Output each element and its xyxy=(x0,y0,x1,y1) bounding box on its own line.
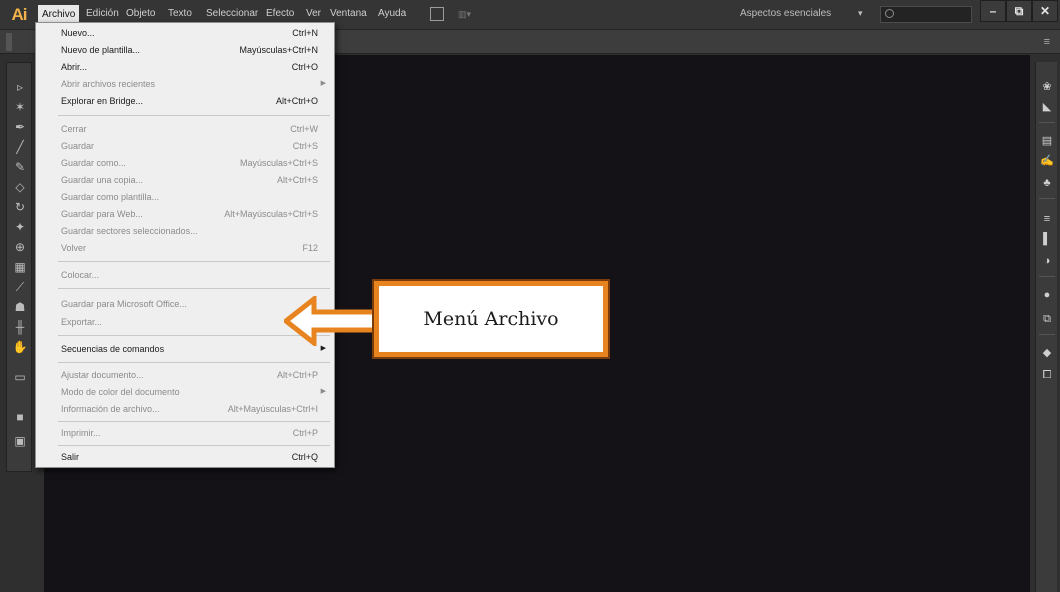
maximize-button[interactable]: ⧉ xyxy=(1006,0,1032,22)
menu-item-salir[interactable]: Salir Ctrl+Q xyxy=(36,449,334,465)
arrange-documents-icon[interactable]: ▥▾ xyxy=(458,9,476,19)
menu-separator xyxy=(58,115,330,116)
magic-wand-tool-icon[interactable]: ✶ xyxy=(11,99,29,115)
graphic-styles-icon[interactable]: ⧉ xyxy=(1040,312,1054,326)
menu-separator xyxy=(58,261,330,262)
menu-separator xyxy=(58,288,330,289)
menu-item-explorar-bridge[interactable]: Explorar en Bridge... Alt+Ctrl+O xyxy=(36,93,334,109)
search-icon xyxy=(885,9,894,18)
app-logo: Ai xyxy=(11,5,28,24)
menu-ventana[interactable]: Ventana xyxy=(330,8,367,19)
color-guide-icon[interactable]: ❀ xyxy=(1040,80,1054,94)
right-panel-dock: ❀ ◣ ▤ ✍ ♣ ≡ ▌ ◑ ● ⧉ ◆ ⧠ xyxy=(1035,62,1057,592)
selection-tool-icon[interactable]: ▹ xyxy=(11,79,29,95)
brushes-icon[interactable]: ✍ xyxy=(1040,154,1054,168)
panel-grip[interactable] xyxy=(6,33,12,51)
artboards-icon[interactable]: ⧠ xyxy=(1040,368,1054,382)
brush-tool-icon[interactable]: ✎ xyxy=(11,159,29,175)
minimize-button[interactable]: – xyxy=(980,0,1006,22)
fill-stroke-icon[interactable]: ▭ xyxy=(11,369,29,385)
menu-item-colocar[interactable]: Colocar... xyxy=(36,267,334,283)
warp-tool-icon[interactable]: ✦ xyxy=(11,219,29,235)
workspace-switcher[interactable]: Aspectos esenciales xyxy=(740,8,831,19)
color-panel-icon[interactable]: ◣ xyxy=(1040,100,1054,114)
screen-mode-icon[interactable]: ▣ xyxy=(11,433,29,449)
callout-arrow-icon xyxy=(284,296,379,346)
search-input[interactable] xyxy=(880,6,972,23)
menu-item-ajustar-documento[interactable]: Ajustar documento... Alt+Ctrl+P xyxy=(36,367,334,383)
menu-item-nuevo-de-plantilla[interactable]: Nuevo de plantilla... Mayúsculas+Ctrl+N xyxy=(36,42,334,58)
pen-tool-icon[interactable]: ✒ xyxy=(11,119,29,135)
menu-ayuda[interactable]: Ayuda xyxy=(378,8,406,19)
menu-objeto[interactable]: Objeto xyxy=(126,8,155,19)
symbol-sprayer-tool-icon[interactable]: ☗ xyxy=(11,299,29,315)
callout-box: Menú Archivo xyxy=(372,279,610,359)
chevron-down-icon[interactable]: ▾ xyxy=(858,8,863,19)
color-mode-icon[interactable]: ■ xyxy=(11,409,29,425)
menu-edicion[interactable]: Edición xyxy=(86,8,119,19)
menu-efecto[interactable]: Efecto xyxy=(266,8,294,19)
symbols-icon[interactable]: ♣ xyxy=(1040,176,1054,190)
menu-item-abrir-recientes[interactable]: Abrir archivos recientes ▶ xyxy=(36,76,334,92)
layers-icon[interactable]: ◆ xyxy=(1040,346,1054,360)
appearance-icon[interactable]: ● xyxy=(1040,288,1054,302)
menu-item-informacion[interactable]: Información de archivo... Alt+Mayúsculas+… xyxy=(36,401,334,417)
tools-panel: ▹ ✶ ✒ ╱ ✎ ◇ ↻ ✦ ⊕ ▦ ⟋ ☗ ╫ ✋ ▭ ■ ▣ xyxy=(6,62,32,472)
panel-menu-icon[interactable]: ≡ xyxy=(1044,36,1050,48)
graph-tool-icon[interactable]: ╫ xyxy=(11,319,29,335)
file-menu-dropdown: Nuevo... Ctrl+N Nuevo de plantilla... Mayú… xyxy=(35,22,335,468)
menu-ver[interactable]: Ver xyxy=(306,8,321,19)
menu-item-volver[interactable]: Volver F12 xyxy=(36,240,334,256)
menu-item-imprimir[interactable]: Imprimir... Ctrl+P xyxy=(36,425,334,441)
rotate-tool-icon[interactable]: ↻ xyxy=(11,199,29,215)
mesh-tool-icon[interactable]: ▦ xyxy=(11,259,29,275)
menu-separator xyxy=(58,362,330,363)
shape-builder-tool-icon[interactable]: ⊕ xyxy=(11,239,29,255)
menu-texto[interactable]: Texto xyxy=(168,8,192,19)
menu-seleccionar[interactable]: Seleccionar xyxy=(206,8,258,19)
menu-item-guardar-como[interactable]: Guardar como... Mayúsculas+Ctrl+S xyxy=(36,155,334,171)
close-button[interactable]: ✕ xyxy=(1032,0,1058,22)
menu-separator xyxy=(58,445,330,446)
line-tool-icon[interactable]: ╱ xyxy=(11,139,29,155)
submenu-arrow-icon: ▶ xyxy=(320,80,326,87)
transparency-icon[interactable]: ◑ xyxy=(1040,254,1054,268)
eyedropper-tool-icon[interactable]: ⟋ xyxy=(11,279,29,295)
menu-item-guardar-web[interactable]: Guardar para Web... Alt+Mayúsculas+Ctrl+S xyxy=(36,206,334,222)
hand-tool-icon[interactable]: ✋ xyxy=(11,339,29,355)
menu-item-nuevo[interactable]: Nuevo... Ctrl+N xyxy=(36,25,334,41)
menu-item-modo-color[interactable]: Modo de color del documento ▶ xyxy=(36,384,334,400)
menu-separator xyxy=(58,421,330,422)
submenu-arrow-icon: ▶ xyxy=(320,388,326,395)
menu-item-guardar-sectores[interactable]: Guardar sectores seleccionados... xyxy=(36,223,334,239)
callout-label: Menú Archivo xyxy=(423,308,559,330)
menu-item-guardar-copia[interactable]: Guardar una copia... Alt+Ctrl+S xyxy=(36,172,334,188)
menu-item-cerrar[interactable]: Cerrar Ctrl+W xyxy=(36,121,334,137)
bridge-icon[interactable] xyxy=(430,7,444,21)
stroke-icon[interactable]: ≡ xyxy=(1040,212,1054,226)
menu-item-abrir[interactable]: Abrir... Ctrl+O xyxy=(36,59,334,75)
menu-item-guardar-plantilla[interactable]: Guardar como plantilla... xyxy=(36,189,334,205)
eraser-tool-icon[interactable]: ◇ xyxy=(11,179,29,195)
menu-item-guardar[interactable]: Guardar Ctrl+S xyxy=(36,138,334,154)
gradient-icon[interactable]: ▌ xyxy=(1040,232,1054,246)
swatches-icon[interactable]: ▤ xyxy=(1040,134,1054,148)
